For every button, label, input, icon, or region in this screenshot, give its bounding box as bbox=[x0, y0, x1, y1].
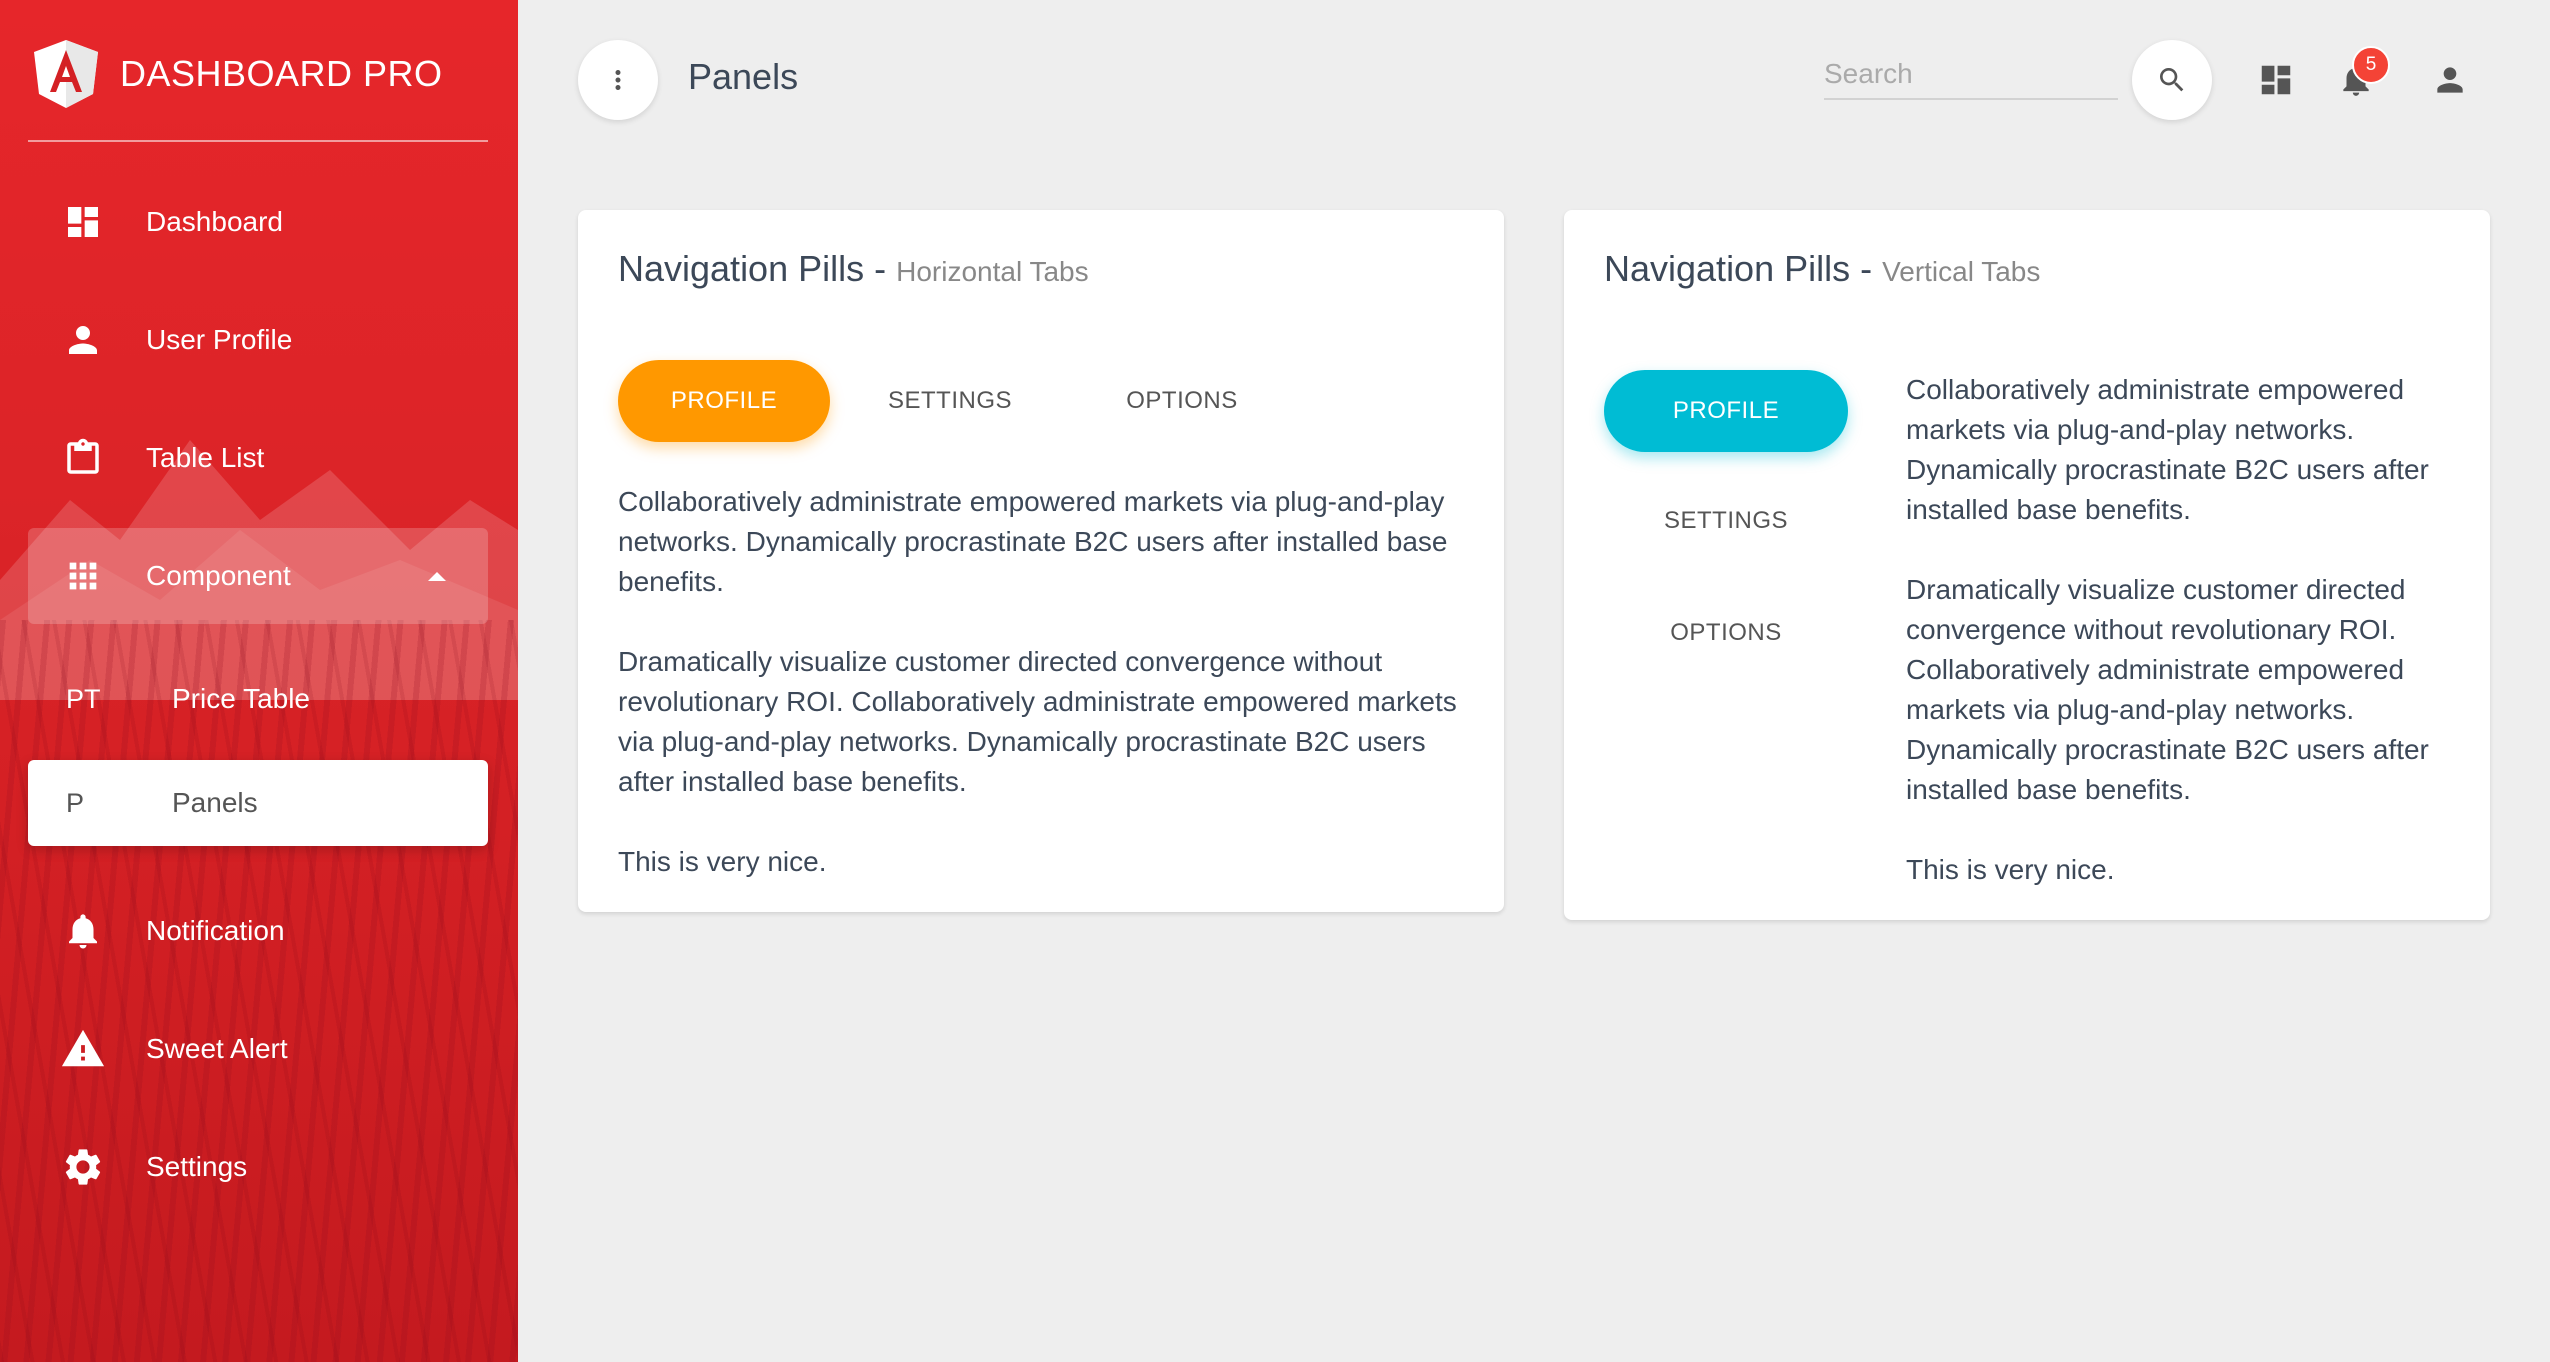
search-icon bbox=[2160, 68, 2184, 92]
gear-icon bbox=[58, 1142, 108, 1192]
clipboard-icon bbox=[58, 433, 108, 483]
sidebar-toggle-button[interactable] bbox=[578, 40, 658, 120]
tab-options[interactable]: OPTIONS bbox=[1604, 592, 1848, 674]
subitem-abbreviation: P bbox=[66, 787, 85, 818]
dashboard-icon bbox=[2261, 65, 2291, 95]
sidebar-item-label: Settings bbox=[146, 1151, 248, 1182]
page-title: Panels bbox=[688, 56, 799, 97]
notification-count-badge: 5 bbox=[2352, 46, 2390, 84]
sidebar-subitem-price-table[interactable]: PT Price Table bbox=[28, 656, 488, 742]
user-account-button[interactable] bbox=[2426, 56, 2474, 104]
caret-up-icon bbox=[428, 572, 446, 581]
tab-content-paragraph: This is very nice. bbox=[1906, 854, 2115, 885]
card-title: Navigation Pills - Horizontal Tabs bbox=[618, 248, 1089, 290]
sidebar-item-label: Component bbox=[146, 560, 291, 591]
sidebar-item-user-profile[interactable]: User Profile bbox=[28, 292, 488, 388]
card-title-separator: - bbox=[1850, 248, 1883, 289]
card-subtitle: Horizontal Tabs bbox=[896, 256, 1089, 287]
panel-horizontal-tabs: Navigation Pills - Horizontal Tabs PROFI… bbox=[578, 210, 1504, 912]
subitem-label: Panels bbox=[172, 787, 258, 818]
tab-content-paragraph: Dramatically visualize customer directed… bbox=[618, 646, 1457, 797]
tab-settings[interactable]: SETTINGS bbox=[1604, 480, 1848, 562]
angular-logo-icon bbox=[34, 40, 98, 108]
card-title-main: Navigation Pills bbox=[1604, 248, 1851, 289]
subitem-label: Price Table bbox=[172, 683, 311, 714]
sidebar-item-table-list[interactable]: Table List bbox=[28, 410, 488, 506]
dashboard-icon bbox=[58, 197, 108, 247]
bell-icon bbox=[58, 906, 108, 956]
dashboard-shortcut-button[interactable] bbox=[2252, 56, 2300, 104]
sidebar-item-label: Sweet Alert bbox=[146, 1033, 288, 1064]
tab-content-paragraph: Dramatically visualize customer directed… bbox=[1906, 574, 2429, 805]
card-title-separator: - bbox=[864, 248, 897, 289]
more-vertical-icon bbox=[615, 70, 621, 90]
tab-settings[interactable]: SETTINGS bbox=[850, 360, 1050, 442]
brand[interactable]: DASHBOARD PRO bbox=[28, 34, 488, 114]
card-subtitle: Vertical Tabs bbox=[1882, 256, 2041, 287]
brand-divider bbox=[28, 140, 488, 142]
search-field[interactable] bbox=[1824, 52, 2118, 100]
person-icon bbox=[58, 315, 108, 365]
search-input[interactable] bbox=[1824, 52, 2118, 96]
card-title-main: Navigation Pills bbox=[618, 248, 865, 289]
subitem-abbreviation: PT bbox=[66, 683, 101, 714]
tab-content-paragraph: This is very nice. bbox=[618, 846, 827, 877]
sidebar-item-component[interactable]: Component bbox=[28, 528, 488, 624]
sidebar-item-sweet-alert[interactable]: Sweet Alert bbox=[28, 1001, 488, 1097]
brand-name: DASHBOARD PRO bbox=[120, 53, 443, 94]
tab-content-paragraph: Collaboratively administrate empowered m… bbox=[1906, 374, 2429, 525]
warning-icon bbox=[58, 1024, 108, 1074]
sidebar-item-label: Table List bbox=[146, 442, 265, 473]
sidebar: DASHBOARD PRO Dashboard User Profile Tab… bbox=[0, 0, 518, 1362]
sidebar-item-dashboard[interactable]: Dashboard bbox=[28, 174, 488, 270]
sidebar-item-label: User Profile bbox=[146, 324, 293, 355]
card-title: Navigation Pills - Vertical Tabs bbox=[1604, 248, 2040, 290]
sidebar-item-settings[interactable]: Settings bbox=[28, 1119, 488, 1215]
sidebar-subitem-panels[interactable]: P Panels bbox=[28, 760, 488, 846]
apps-grid-icon bbox=[58, 551, 108, 601]
person-icon bbox=[2437, 67, 2463, 93]
tab-profile[interactable]: PROFILE bbox=[618, 360, 830, 442]
sidebar-item-label: Notification bbox=[146, 915, 285, 946]
tab-content-paragraph: Collaboratively administrate empowered m… bbox=[618, 486, 1448, 597]
sidebar-item-label: Dashboard bbox=[146, 206, 283, 237]
tab-profile[interactable]: PROFILE bbox=[1604, 370, 1848, 452]
panel-vertical-tabs: Navigation Pills - Vertical Tabs PROFILE… bbox=[1564, 210, 2490, 920]
tab-options[interactable]: OPTIONS bbox=[1082, 360, 1282, 442]
search-button[interactable] bbox=[2132, 40, 2212, 120]
sidebar-item-notification[interactable]: Notification bbox=[28, 883, 488, 979]
